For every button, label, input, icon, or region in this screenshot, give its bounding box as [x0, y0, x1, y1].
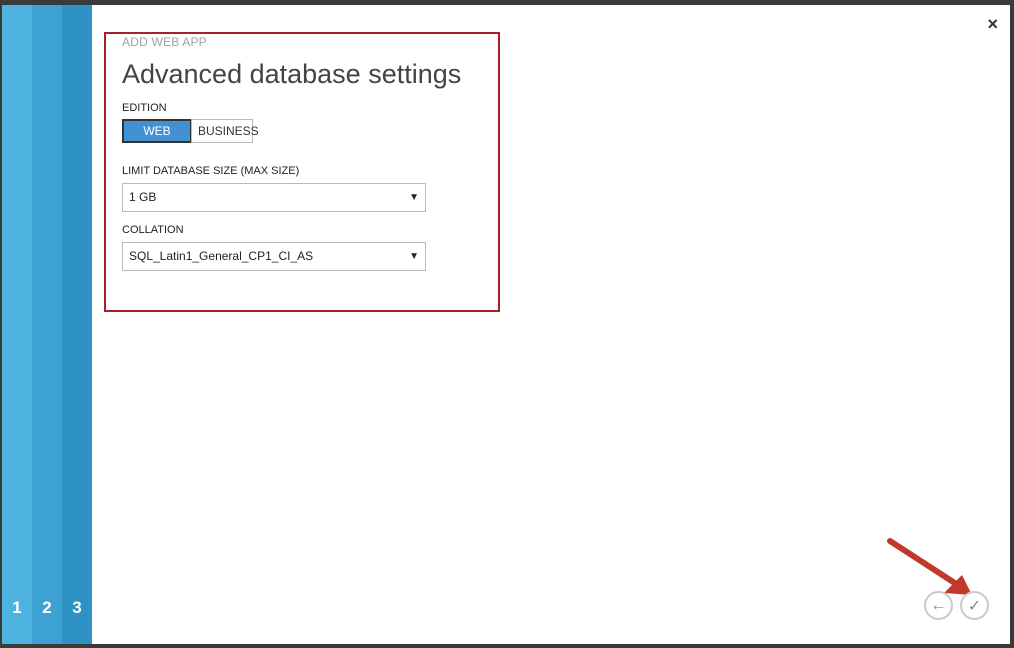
- checkmark-icon: ✓: [967, 597, 982, 615]
- size-select[interactable]: 1 GB ▼: [122, 183, 426, 212]
- size-select-value: 1 GB: [129, 190, 157, 204]
- settings-form: ADD WEB APP Advanced database settings E…: [122, 35, 502, 271]
- chevron-down-icon: ▼: [409, 192, 419, 203]
- step-1-label: 1: [12, 598, 22, 617]
- step-2[interactable]: 2: [32, 5, 62, 644]
- back-button[interactable]: ←: [924, 591, 953, 620]
- step-2-label: 2: [42, 598, 52, 617]
- chevron-down-icon: ▼: [409, 251, 419, 262]
- wizard-steps: 1 2 3: [2, 5, 92, 644]
- edition-business-button[interactable]: BUSINESS: [191, 119, 259, 143]
- page-title: Advanced database settings: [122, 59, 462, 89]
- step-3[interactable]: 3: [62, 5, 92, 644]
- collation-label: COLLATION: [122, 224, 184, 236]
- finish-button[interactable]: ✓: [960, 591, 989, 620]
- dialog-frame: 1 2 3 × ADD WEB APP Advanced database se…: [2, 5, 1010, 644]
- step-3-label: 3: [72, 598, 82, 617]
- breadcrumb: ADD WEB APP: [122, 35, 207, 49]
- arrow-left-icon: ←: [930, 596, 947, 614]
- edition-label: EDITION: [122, 102, 167, 114]
- size-label: LIMIT DATABASE SIZE (MAX SIZE): [122, 165, 300, 177]
- step-1[interactable]: 1: [2, 5, 32, 644]
- edition-web-button[interactable]: WEB: [122, 119, 192, 143]
- collation-select[interactable]: SQL_Latin1_General_CP1_CI_AS ▼: [122, 242, 426, 271]
- collation-select-value: SQL_Latin1_General_CP1_CI_AS: [129, 249, 314, 263]
- edition-toggle: WEB BUSINESS: [122, 119, 502, 143]
- close-icon[interactable]: ×: [987, 15, 998, 33]
